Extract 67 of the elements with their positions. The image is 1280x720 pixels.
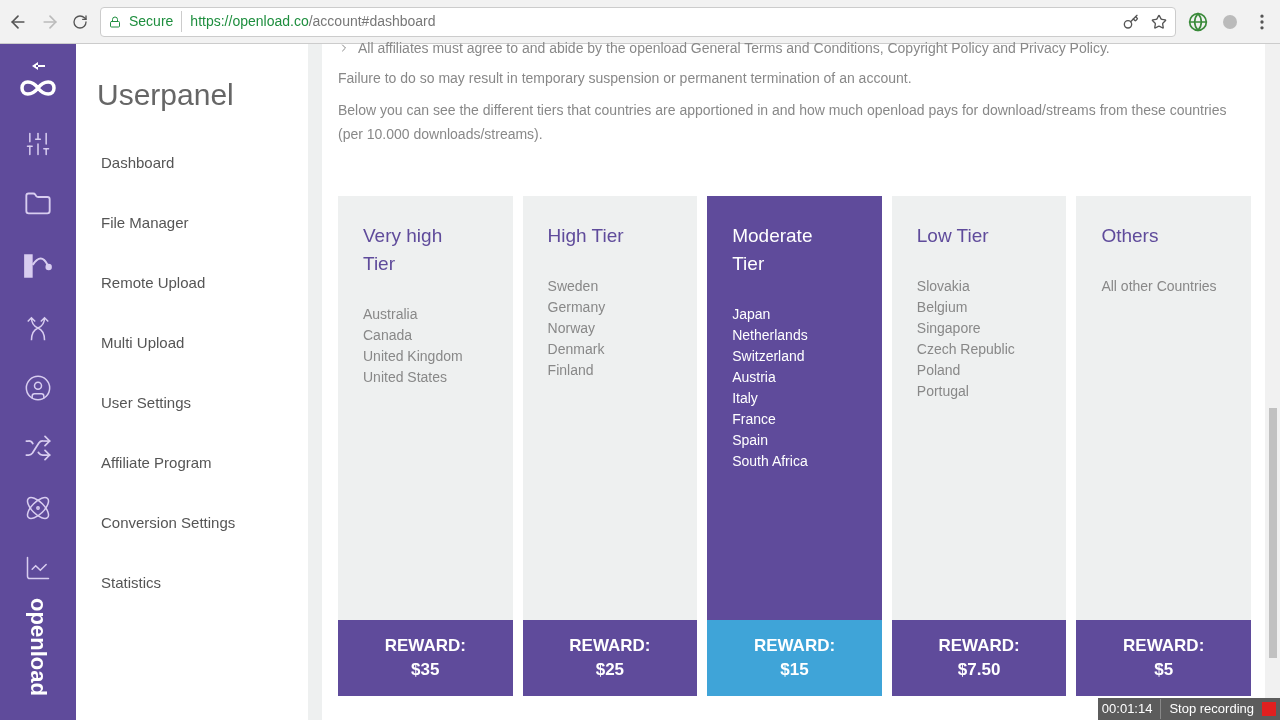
country-name: Germany <box>547 298 607 317</box>
country-name: Belgium <box>916 298 969 317</box>
shuffle-icon[interactable] <box>24 434 52 462</box>
country-name: Portugal <box>916 382 970 401</box>
country-name: South Africa <box>732 452 809 471</box>
panel-title: Userpanel <box>97 77 235 113</box>
nav-link[interactable]: Remote Upload <box>101 273 308 293</box>
sliders-icon[interactable] <box>24 130 52 158</box>
tier-title: Moderate Tier <box>732 224 814 276</box>
country-name: Norway <box>547 319 597 338</box>
country-name: Spain <box>732 431 769 450</box>
nav-link[interactable]: User Settings <box>101 393 308 413</box>
reward-amount: $25 <box>595 659 625 681</box>
nav-link[interactable]: File Manager <box>101 213 308 233</box>
nav-link[interactable]: Dashboard <box>101 153 308 173</box>
country-name: Canada <box>363 326 414 345</box>
stop-recording-button[interactable]: Stop recording <box>1160 699 1276 719</box>
reward-amount: $5 <box>1154 659 1174 681</box>
country-name: United States <box>363 368 449 387</box>
reward-amount: $7.50 <box>957 659 1001 681</box>
address-bar[interactable]: Secure https://openload.co/account#dashboard <box>100 6 1176 37</box>
rule-text: All affiliates must agree to and abide by the openload General Terms and Conditions, Copyright Policy and Privacy Policy. <box>358 39 1110 58</box>
country-name: Switzerland <box>732 347 806 366</box>
country-name: Poland <box>916 361 962 380</box>
reward-amount: $15 <box>780 659 809 681</box>
tier-title: Others <box>1101 224 1160 248</box>
user-icon[interactable] <box>24 374 52 402</box>
country-name: Australia <box>363 305 419 324</box>
tier-title: Low Tier <box>916 224 990 248</box>
reward-label: REWARD: <box>569 635 651 657</box>
paragraph: Below you can see the different tiers that countries are apportioned in and how much openload pays for download/streams from these countries (per 10.000 downloads/streams). <box>338 101 1228 144</box>
country-name: Denmark <box>547 340 606 359</box>
country-name: Italy <box>732 389 759 408</box>
tier-title: Very high Tier <box>363 224 444 276</box>
star-icon[interactable] <box>1151 13 1167 30</box>
reward-label: REWARD: <box>1123 635 1205 657</box>
reward-label: REWARD: <box>753 635 836 657</box>
nav-link[interactable]: Multi Upload <box>101 333 308 353</box>
country-name: Japan <box>732 305 772 324</box>
secure-label: Secure <box>129 11 183 32</box>
country-name: Singapore <box>916 319 982 338</box>
stop-icon <box>1262 702 1276 716</box>
url-text: https://openload.co/account#dashboard <box>190 12 436 31</box>
chart-icon[interactable] <box>24 554 52 582</box>
country-name: Czech Republic <box>916 340 1016 359</box>
country-name: France <box>732 410 777 429</box>
country-name: All other Countries <box>1101 277 1218 296</box>
country-name: United Kingdom <box>363 347 464 366</box>
recording-time: 00:01:14 <box>1101 700 1153 719</box>
reload-icon[interactable] <box>72 13 88 30</box>
tier-title: High Tier <box>547 224 625 248</box>
nav-link[interactable]: Conversion Settings <box>101 513 308 533</box>
key-icon[interactable] <box>1123 13 1139 30</box>
country-name: Austria <box>732 368 777 387</box>
country-name: Slovakia <box>916 277 971 296</box>
nav-link[interactable]: Affiliate Program <box>101 453 308 473</box>
paragraph: Failure to do so may result in temporary suspension or permanent termination of an account. <box>338 69 913 88</box>
lock-icon <box>109 15 121 28</box>
atom-icon[interactable] <box>24 494 52 522</box>
reward-label: REWARD: <box>938 635 1020 657</box>
country-name: Netherlands <box>732 326 809 345</box>
nav-link[interactable]: Statistics <box>101 573 308 593</box>
country-name: Sweden <box>547 277 600 296</box>
country-name: Finland <box>547 361 595 380</box>
globe-icon[interactable] <box>1188 11 1208 32</box>
reward-amount: $35 <box>411 659 440 681</box>
reward-label: REWARD: <box>384 635 466 657</box>
